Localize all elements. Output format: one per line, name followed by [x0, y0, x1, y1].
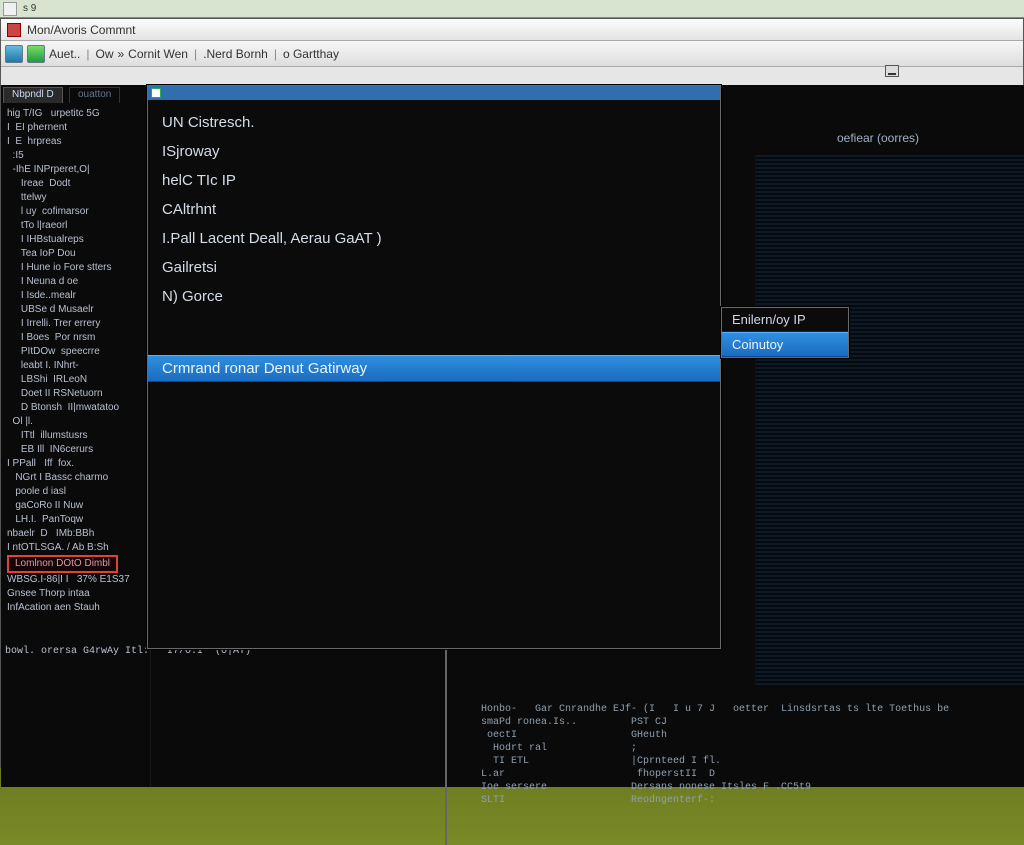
tree-node[interactable]: I IHBstualreps	[7, 233, 146, 247]
minimize-icon[interactable]	[885, 65, 899, 77]
tree-node[interactable]: NGrt I Bassc charmo	[7, 471, 146, 485]
tree-node[interactable]: leabt I. INhrt-	[7, 359, 146, 373]
tree-node[interactable]: hig T/IG urpetitc 5G	[7, 107, 146, 121]
tree-node[interactable]: I Isde..mealr	[7, 289, 146, 303]
tree-tab-inactive[interactable]: ouatton	[69, 87, 120, 103]
console-line: Honbo- Gar Cnrandhe EJf- (I I u 7 J oett…	[481, 703, 1021, 716]
tree-node[interactable]: WBSG.I-86|I I 37% E1S37	[7, 573, 146, 587]
tree-node[interactable]: Ol |l.	[7, 415, 146, 429]
tree-node[interactable]: -IhE INPrperet,O|	[7, 163, 146, 177]
console-line: Hodrt ral ;	[481, 742, 1021, 755]
tree-node[interactable]: I E hrpreas	[7, 135, 146, 149]
tree-node[interactable]: Tea IoP Dou	[7, 247, 146, 261]
tree-node[interactable]: gaCoRo II Nuw	[7, 499, 146, 513]
tree-node[interactable]: :I5	[7, 149, 146, 163]
tree-node[interactable]: LH.I. PanToqw	[7, 513, 146, 527]
console-line: oectI GHeuth	[481, 729, 1021, 742]
tree-node[interactable]: l uy cofimarsor	[7, 205, 146, 219]
window-titlebar[interactable]: Mon/Avoris Commnt	[1, 19, 1023, 41]
tree-node[interactable]: ITtl illumstusrs	[7, 429, 146, 443]
tree-node[interactable]: I PPall Iff fox.	[7, 457, 146, 471]
tree-panel: Nbpndl D ouatton hig T/IG urpetitc 5GI E…	[1, 85, 151, 787]
window-title: Mon/Avoris Commnt	[27, 23, 135, 37]
tree-node[interactable]: poole d iasl	[7, 485, 146, 499]
tree-node[interactable]: InfAcation aen Stauh	[7, 601, 146, 615]
toolbar-icon-1[interactable]	[5, 45, 23, 63]
tree-node[interactable]: I Neuna d oe	[7, 275, 146, 289]
console-line: L.ar fhoperstII D	[481, 768, 1021, 781]
tree-node[interactable]: ttelwy	[7, 191, 146, 205]
tree-body: hig T/IG urpetitc 5GI EI phernentI E hrp…	[1, 103, 150, 619]
menu-item[interactable]: I.Pall Lacent Deall, Aerau GaAT )	[148, 224, 720, 253]
context-menu-titlebar[interactable]	[148, 86, 720, 100]
crumb-5[interactable]: o Gartthay	[283, 47, 339, 61]
context-menu: UN Cistresch.ISjrowayhelC TIc IPCAltrhnt…	[147, 85, 721, 649]
toolbar-icon-2[interactable]	[27, 45, 45, 63]
tree-node[interactable]: I Boes Por nrsm	[7, 331, 146, 345]
tree-node[interactable]: I Hune io Fore stters	[7, 261, 146, 275]
tree-node[interactable]: I ntOTLSGA. / Ab B:Sh	[7, 541, 146, 555]
tree-node[interactable]: PItDOw speecrre	[7, 345, 146, 359]
menu-item[interactable]: CAltrhnt	[148, 195, 720, 224]
stripe-title: oefiear (oorres)	[837, 131, 919, 145]
crumb-1[interactable]: Ow	[95, 47, 113, 61]
context-menu-items: UN Cistresch.ISjrowayhelC TIc IPCAltrhnt…	[148, 100, 720, 390]
tree-node[interactable]: UBSe d Musaelr	[7, 303, 146, 317]
console-line: Ioe sersere Dersans nonese Itsles F .CC5…	[481, 781, 1021, 794]
tree-tab-active[interactable]: Nbpndl D	[3, 87, 63, 103]
console-right: Honbo- Gar Cnrandhe EJf- (I I u 7 J oett…	[481, 703, 1021, 807]
submenu-selected[interactable]: Coinutoy	[722, 332, 848, 357]
tree-node[interactable]: tTo l|raeorl	[7, 219, 146, 233]
submenu: Enilern/oy IP Coinutoy	[721, 307, 849, 358]
app-icon	[7, 23, 21, 37]
tree-node[interactable]: I Irrelli. Trer errery	[7, 317, 146, 331]
tree-node[interactable]: LBShi IRLeoN	[7, 373, 146, 387]
crumb-3[interactable]: Cornit Wen	[128, 47, 188, 61]
console-line: TI ETL |Cprnteed I fl.	[481, 755, 1021, 768]
tree-node[interactable]: D Btonsh II|mwatatoo	[7, 401, 146, 415]
taskbar-label: s 9	[23, 3, 36, 14]
context-menu-icon	[151, 88, 161, 98]
vertical-divider	[445, 645, 447, 845]
menu-item-selected[interactable]: Crmrand ronar Denut Gatirway	[148, 355, 720, 382]
console-line: smaPd ronea.Is.. PST CJ	[481, 716, 1021, 729]
crumb-0[interactable]: Auet..	[49, 47, 80, 61]
crumb-2: »	[117, 47, 124, 61]
main-window: Mon/Avoris Commnt Auet.. | Ow » Cornit W…	[0, 18, 1024, 768]
tree-node[interactable]: EB Ill IN6cerurs	[7, 443, 146, 457]
stripe-panel	[755, 155, 1024, 685]
crumb-4[interactable]: .Nerd Bornh	[203, 47, 268, 61]
menu-item[interactable]: helC TIc IP	[148, 166, 720, 195]
tree-node[interactable]: I EI phernent	[7, 121, 146, 135]
desktop-taskbar: s 9	[0, 0, 1024, 18]
menu-item[interactable]: ISjroway	[148, 137, 720, 166]
workspace: Nbpndl D ouatton hig T/IG urpetitc 5GI E…	[1, 85, 1024, 787]
taskbar-button[interactable]	[3, 2, 17, 16]
toolbar: Auet.. | Ow » Cornit Wen | .Nerd Bornh |…	[1, 41, 1023, 67]
menu-item[interactable]: Gailretsi	[148, 253, 720, 282]
tree-node[interactable]: Doet II RSNetuorn	[7, 387, 146, 401]
submenu-header[interactable]: Enilern/oy IP	[722, 308, 848, 332]
highlighted-node[interactable]: Lomlnon DOtO Dimbl	[7, 555, 118, 573]
tree-node[interactable]: Ireae Dodt	[7, 177, 146, 191]
tree-node[interactable]: nbaelr D IMb:BBh	[7, 527, 146, 541]
menu-item[interactable]: UN Cistresch.	[148, 108, 720, 137]
menu-item[interactable]: N) Gorce	[148, 282, 720, 311]
tree-node[interactable]: Gnsee Thorp intaa	[7, 587, 146, 601]
console-line: SLTI Reodngenterf-:	[481, 794, 1021, 807]
